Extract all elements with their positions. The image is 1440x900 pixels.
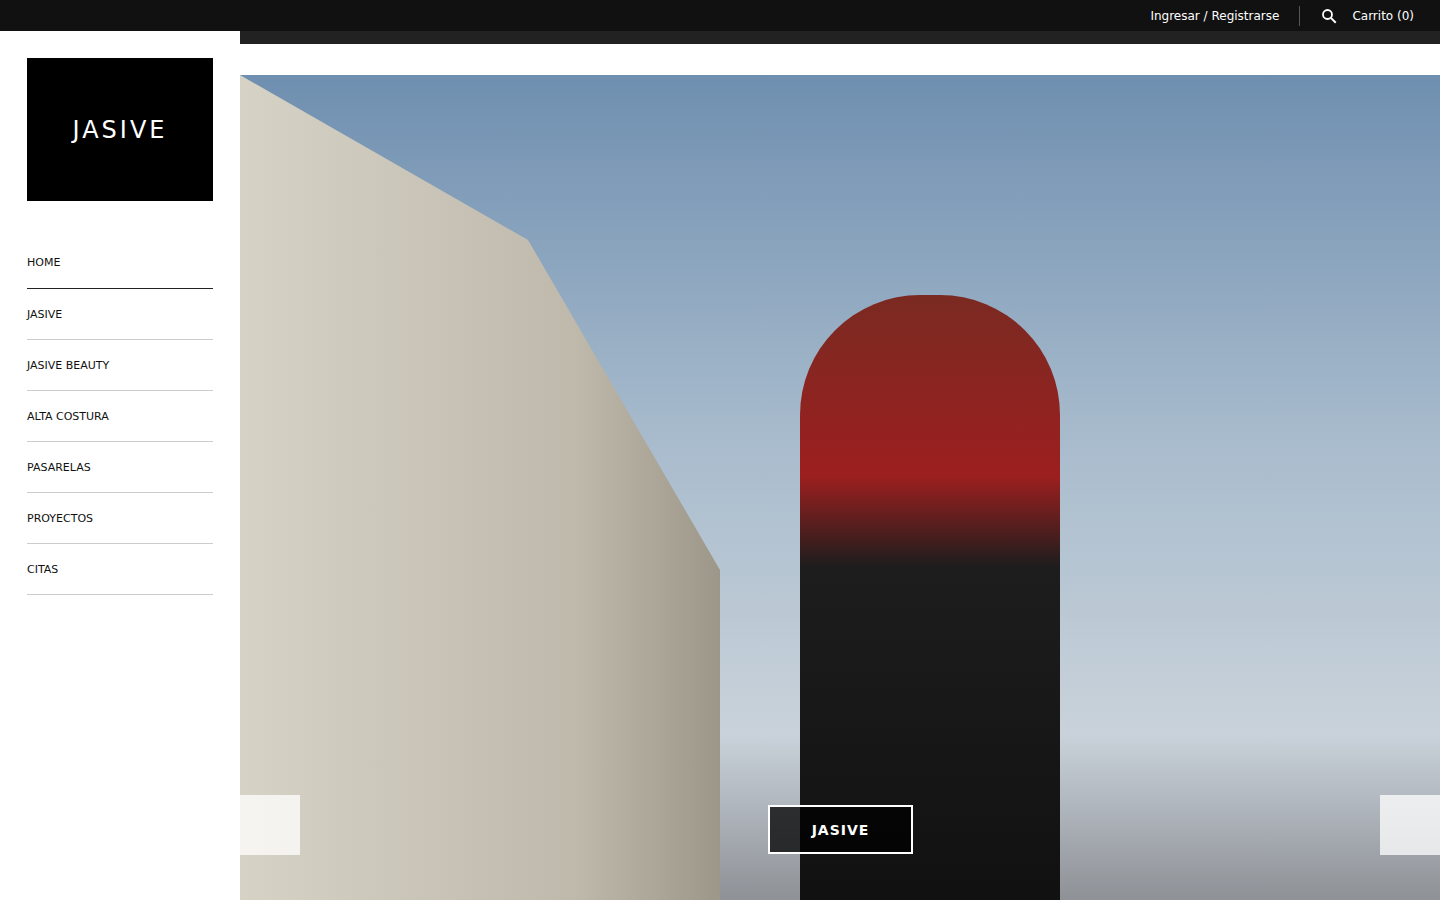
nav-item[interactable]: ALTA COSTURA [27,391,213,442]
login-link[interactable]: Ingresar / Registrarse [1150,9,1279,23]
hero-button[interactable]: JASIVE [768,805,913,854]
nav-item[interactable]: CITAS [27,544,213,595]
top-bar: Ingresar / Registrarse Carrito (0) [0,0,1440,31]
main: JASIVE [240,31,1440,900]
nav-item[interactable]: JASIVE BEAUTY [27,340,213,391]
divider [1299,6,1300,26]
hero-photo [240,75,1440,900]
hero-slider: JASIVE [240,75,1440,900]
nav-item[interactable]: HOME [27,247,213,289]
nav-item[interactable]: PASARELAS [27,442,213,493]
sidebar: JASIVEHOMEJASIVEJASIVE BEAUTYALTA COSTUR… [0,31,240,900]
spacer [240,44,1440,75]
cart-link[interactable]: Carrito (0) [1352,9,1414,23]
next-arrow[interactable] [1380,795,1440,855]
page: Ingresar / RegistrarseCarrito (0)JASIVEH… [0,0,1440,900]
header-strip [240,31,1440,44]
prev-arrow[interactable] [240,795,300,855]
building-shape [240,75,720,900]
nav-item[interactable]: PROYECTOS [27,493,213,544]
search-icon[interactable] [1320,7,1338,25]
nav-item[interactable]: JASIVE [27,289,213,340]
logo[interactable]: JASIVE [27,58,213,201]
nav-menu: HOMEJASIVEJASIVE BEAUTYALTA COSTURAPASAR… [27,247,213,595]
